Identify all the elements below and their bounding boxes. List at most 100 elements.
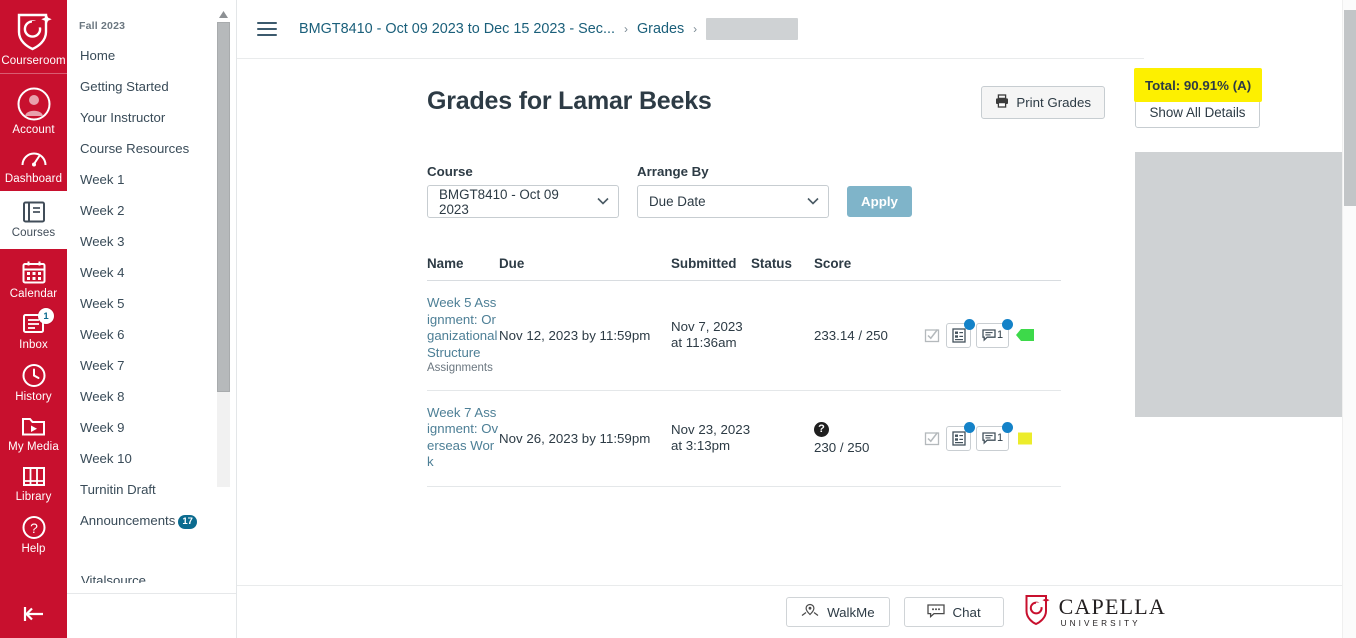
course-nav-item-announcements[interactable]: Announcements 17 xyxy=(67,505,236,536)
print-grades-label: Print Grades xyxy=(1016,95,1091,110)
breadcrumb-separator: › xyxy=(693,22,698,36)
capella-logo: CAPELLA UNIVERSITY xyxy=(1024,594,1166,631)
course-nav-item-getting-started[interactable]: Getting Started xyxy=(67,71,236,102)
table-row: Week 5 Assignment: Organizational Struct… xyxy=(427,280,1061,391)
course-filter-group: Course BMGT8410 - Oct 09 2023 xyxy=(427,164,619,218)
course-nav-item-week-4[interactable]: Week 4 xyxy=(67,257,236,288)
hamburger-menu-icon[interactable] xyxy=(257,18,277,40)
chat-bubble-icon xyxy=(926,603,945,621)
rubric-button[interactable] xyxy=(946,421,975,451)
scroll-up-arrow-icon[interactable] xyxy=(217,8,230,20)
page-scrollbar[interactable] xyxy=(1342,0,1356,638)
global-nav-dashboard[interactable]: Dashboard xyxy=(0,142,67,191)
global-nav-label: Account xyxy=(12,124,55,136)
global-nav-label: Dashboard xyxy=(4,173,63,185)
scrollbar-thumb[interactable] xyxy=(217,22,230,392)
arrange-by-select[interactable]: Due Date xyxy=(637,185,829,218)
shield-logo-icon xyxy=(15,10,53,52)
course-nav-item-your-instructor[interactable]: Your Instructor xyxy=(67,102,236,133)
column-header-status: Status xyxy=(751,256,814,281)
apply-button[interactable]: Apply xyxy=(847,186,912,217)
score-trend-indicator[interactable] xyxy=(1015,327,1035,343)
course-filter-label: Course xyxy=(427,164,473,179)
global-nav-inbox[interactable]: 1 Inbox xyxy=(0,306,67,357)
global-nav-calendar[interactable]: Calendar xyxy=(0,249,67,306)
due-date-check-icon[interactable] xyxy=(922,427,941,449)
user-avatar-icon xyxy=(17,87,51,121)
row-actions-cell: 1 xyxy=(922,390,1061,487)
score-cell: ? 230 / 250 xyxy=(814,390,922,487)
course-nav-item-week-3[interactable]: Week 3 xyxy=(67,226,236,257)
grades-filters: Course BMGT8410 - Oct 09 2023 Arrange By… xyxy=(427,164,1127,218)
global-nav-collapse-button[interactable] xyxy=(0,603,67,630)
grades-content: Grades for Lamar Beeks Print Grades Cour… xyxy=(237,59,1127,487)
course-nav-item-week-5[interactable]: Week 5 xyxy=(67,288,236,319)
global-nav-help[interactable]: ? Help xyxy=(0,509,67,561)
column-header-actions xyxy=(922,256,1061,281)
course-nav-item-week-9[interactable]: Week 9 xyxy=(67,412,236,443)
course-nav-item-home[interactable]: Home xyxy=(67,40,236,71)
arrange-by-value: Due Date xyxy=(649,194,706,209)
course-nav-item-week-2[interactable]: Week 2 xyxy=(67,195,236,226)
comment-notification-dot xyxy=(1002,421,1013,433)
score-trend-indicator[interactable] xyxy=(1015,430,1035,446)
capella-name: CAPELLA xyxy=(1058,593,1166,619)
dashboard-gauge-icon xyxy=(20,148,48,170)
global-nav-account[interactable]: Account xyxy=(0,74,67,142)
breadcrumb-course-link[interactable]: BMGT8410 - Oct 09 2023 to Dec 15 2023 - … xyxy=(299,21,615,37)
status-cell xyxy=(751,280,814,391)
due-date-check-icon[interactable] xyxy=(922,324,941,346)
course-nav-item-week-10[interactable]: Week 10 xyxy=(67,443,236,474)
course-nav-item-partial[interactable]: Vitalsource xyxy=(67,573,160,583)
course-nav-item-week-1[interactable]: Week 1 xyxy=(67,164,236,195)
course-select[interactable]: BMGT8410 - Oct 09 2023 xyxy=(427,185,619,218)
course-nav-scrollbar[interactable] xyxy=(217,8,230,528)
course-nav-item-week-8[interactable]: Week 8 xyxy=(67,381,236,412)
global-nav-label: Library xyxy=(15,491,52,503)
print-grades-button[interactable]: Print Grades xyxy=(981,86,1105,119)
grades-table-head: Name Due Submitted Status Score xyxy=(427,256,1061,281)
assignment-link[interactable]: Week 7 Assignment: Overseas Work xyxy=(427,405,499,471)
question-circle-icon[interactable]: ? xyxy=(814,421,829,437)
table-header-row: Name Due Submitted Status Score xyxy=(427,256,1061,281)
rubric-button[interactable] xyxy=(946,318,975,348)
global-nav-courses[interactable]: Courses xyxy=(0,191,67,249)
global-nav-history[interactable]: History xyxy=(0,357,67,409)
walkme-label: WalkMe xyxy=(827,604,875,620)
global-nav-label: History xyxy=(15,391,52,403)
sidebar-redacted-block xyxy=(1135,152,1347,417)
book-icon xyxy=(21,200,47,224)
course-nav-item-week-6[interactable]: Week 6 xyxy=(67,319,236,350)
global-nav-label: Help xyxy=(21,543,46,555)
global-nav-my-media[interactable]: My Media xyxy=(0,409,67,459)
course-term-label: Fall 2023 xyxy=(79,20,126,32)
grades-table-body: Week 5 Assignment: Organizational Struct… xyxy=(427,280,1061,487)
announcements-count-badge: 17 xyxy=(178,514,197,529)
page-scrollbar-thumb[interactable] xyxy=(1344,10,1356,206)
global-nav-courseroom[interactable]: Courseroom xyxy=(0,0,67,73)
assignment-link[interactable]: Week 5 Assignment: Organizational Struct… xyxy=(427,295,499,361)
course-nav-bottom-divider xyxy=(67,593,236,594)
library-books-icon xyxy=(21,465,47,488)
rubric-notification-dot xyxy=(964,318,975,330)
assignment-group: Assignments xyxy=(427,362,493,374)
course-nav-item-week-7[interactable]: Week 7 xyxy=(67,350,236,381)
submitted-date-cell: Nov 23, 2023 at 3:13pm xyxy=(671,390,751,487)
capella-shield-icon xyxy=(1024,594,1051,631)
course-nav-item-course-resources[interactable]: Course Resources xyxy=(67,133,236,164)
chat-button[interactable]: Chat xyxy=(903,597,1004,627)
column-header-score: Score xyxy=(814,256,922,281)
walkme-button[interactable]: WalkMe xyxy=(786,597,890,627)
arrange-by-label: Arrange By xyxy=(637,164,709,179)
comments-button[interactable]: 1 xyxy=(976,421,1013,451)
global-nav-label: Inbox xyxy=(19,339,48,351)
course-nav-list: Home Getting Started Your Instructor Cou… xyxy=(67,40,236,536)
global-nav-library[interactable]: Library xyxy=(0,459,67,509)
breadcrumb-grades-link[interactable]: Grades xyxy=(637,21,684,37)
question-circle-icon: ? xyxy=(21,515,47,540)
breadcrumb-bar: BMGT8410 - Oct 09 2023 to Dec 15 2023 - … xyxy=(237,0,1144,59)
due-date-cell: Nov 26, 2023 by 11:59pm xyxy=(499,390,671,487)
course-nav-item-turnitin-draft[interactable]: Turnitin Draft xyxy=(67,474,236,505)
comments-button[interactable]: 1 xyxy=(976,318,1013,348)
row-actions: 1 xyxy=(922,318,1061,348)
